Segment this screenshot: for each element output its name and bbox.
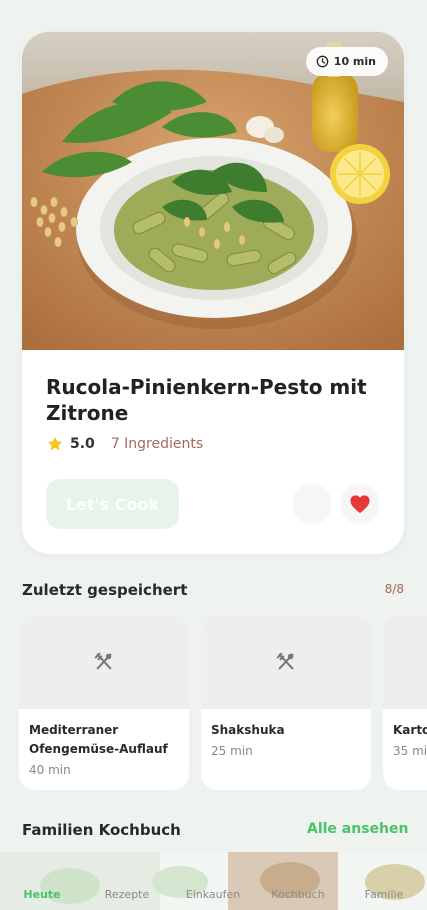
clock-icon bbox=[316, 55, 329, 68]
recent-count: 8/8 bbox=[384, 582, 404, 596]
recipe-card-title: Mediterraner Ofengemüse-Auflauf bbox=[29, 723, 168, 756]
secondary-action-button[interactable] bbox=[292, 484, 332, 524]
recipe-card-title: Kartoffel bbox=[393, 723, 427, 737]
star-icon bbox=[47, 436, 63, 451]
recipe-card-time: 25 min bbox=[211, 744, 253, 758]
cook-time-label: 10 min bbox=[333, 55, 376, 68]
featured-recipe-card[interactable]: 10 min Rucola-Pinienkern-Pesto mit Zitro… bbox=[22, 32, 404, 554]
recipe-placeholder-image bbox=[19, 615, 189, 709]
recipe-card-title: Shakshuka bbox=[211, 723, 285, 737]
favorite-button[interactable] bbox=[340, 484, 380, 524]
fork-spoon-icon bbox=[276, 652, 294, 670]
nav-tab-einkaufen[interactable]: Einkaufen bbox=[173, 888, 253, 901]
recipe-placeholder-image bbox=[201, 615, 371, 709]
rating-row: 5.0 7 Ingredients bbox=[46, 435, 203, 453]
recipe-photo: 10 min bbox=[22, 32, 404, 350]
see-all-link[interactable]: Alle ansehen bbox=[307, 821, 408, 837]
lets-cook-button[interactable]: Let's Cook bbox=[46, 479, 179, 529]
recipe-card-time: 40 min bbox=[29, 763, 71, 777]
recipe-card-time: 35 min bbox=[393, 744, 427, 758]
nav-tab-heute[interactable]: Heute bbox=[2, 888, 82, 901]
recipe-card[interactable]: Kartoffel 35 min bbox=[383, 615, 427, 790]
rating-value: 5.0 bbox=[70, 436, 95, 452]
nav-tab-familie[interactable]: Familie bbox=[344, 888, 424, 901]
cook-time-badge: 10 min bbox=[305, 47, 388, 76]
family-section-heading: Familien Kochbuch bbox=[22, 821, 181, 839]
recent-section-heading: Zuletzt gespeichert bbox=[22, 581, 188, 599]
heart-icon bbox=[350, 495, 370, 514]
nav-tab-kochbuch[interactable]: Kochbuch bbox=[258, 888, 338, 901]
recipe-card[interactable]: Shakshuka 25 min bbox=[201, 615, 371, 790]
recipe-card[interactable]: Mediterraner Ofengemüse-Auflauf 40 min bbox=[19, 615, 189, 790]
recipe-placeholder-image bbox=[383, 615, 427, 709]
fork-spoon-icon bbox=[94, 652, 112, 670]
recipe-title: Rucola-Pinienkern-Pesto mit Zitrone bbox=[46, 375, 367, 425]
ingredients-count: 7 Ingredients bbox=[110, 436, 204, 452]
nav-tab-rezepte[interactable]: Rezepte bbox=[87, 888, 167, 901]
bottom-navigation: Heute Rezepte Einkaufen Kochbuch Familie bbox=[0, 852, 427, 910]
